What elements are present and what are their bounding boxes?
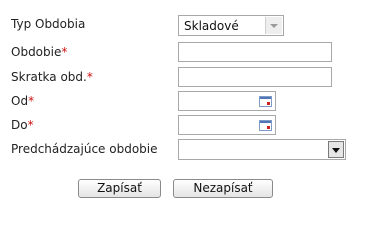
- typ-obdobia-label-text: Typ Obdobia: [11, 17, 86, 31]
- typ-obdobia-label: Typ Obdobia: [11, 16, 85, 32]
- chevron-down-icon: [270, 24, 278, 28]
- do-date-field[interactable]: [178, 115, 276, 135]
- od-date-field[interactable]: [178, 91, 276, 111]
- calendar-icon-header: [260, 121, 271, 123]
- skratka-label-text: Skratka obd.: [11, 70, 87, 84]
- predchadzajuce-select[interactable]: [178, 139, 346, 160]
- obdobie-label: Obdobie*: [11, 44, 67, 60]
- typ-obdobia-dropdown-button[interactable]: [265, 17, 282, 34]
- od-label-text: Od: [11, 94, 29, 108]
- typ-obdobia-selected-value: Skladové: [184, 19, 239, 33]
- skratka-input[interactable]: [178, 67, 332, 87]
- od-label: Od*: [11, 93, 34, 109]
- skratka-label: Skratka obd.*: [11, 69, 93, 85]
- calendar-icon-header: [260, 97, 271, 99]
- required-mark: *: [27, 118, 34, 132]
- predchadzajuce-label-text: Predchádzajúce obdobie: [11, 142, 158, 156]
- required-mark: *: [86, 70, 93, 84]
- calendar-icon[interactable]: [259, 120, 272, 131]
- save-button[interactable]: Zapísať: [78, 179, 161, 198]
- calendar-icon-dot: [267, 126, 270, 129]
- chevron-down-icon: [332, 148, 340, 153]
- calendar-icon-dot: [267, 102, 270, 105]
- typ-obdobia-select[interactable]: Skladové: [178, 15, 284, 36]
- obdobie-label-text: Obdobie: [11, 45, 62, 59]
- cancel-button[interactable]: Nezapísať: [173, 179, 273, 198]
- do-label: Do*: [11, 117, 34, 133]
- obdobie-input[interactable]: [178, 42, 332, 62]
- do-label-text: Do: [11, 118, 28, 132]
- required-mark: *: [61, 45, 68, 59]
- predchadzajuce-dropdown-button[interactable]: [328, 141, 344, 158]
- required-mark: *: [28, 94, 35, 108]
- calendar-icon[interactable]: [259, 96, 272, 107]
- predchadzajuce-label: Predchádzajúce obdobie: [11, 141, 158, 157]
